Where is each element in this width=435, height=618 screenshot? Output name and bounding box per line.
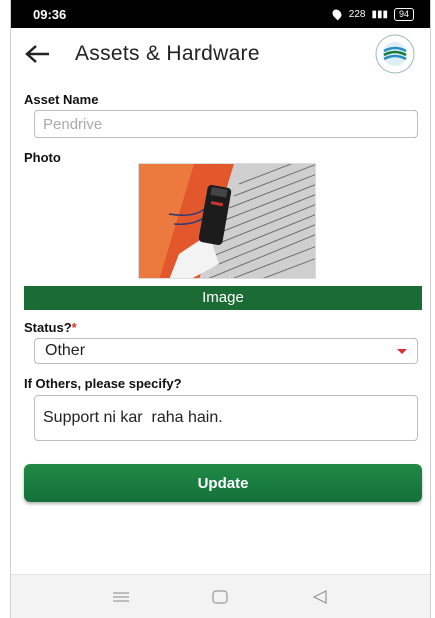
system-nav-bar: [11, 574, 430, 618]
app-bar: Assets & Hardware: [11, 28, 430, 80]
nav-menu-button[interactable]: [101, 582, 141, 612]
nav-back-button[interactable]: [300, 582, 340, 612]
update-button[interactable]: Update: [24, 464, 422, 502]
phone-screen: 09:36 228 ▮▮▮ 94 Assets & Hardware Asset…: [10, 0, 431, 618]
asset-photo: [138, 163, 316, 279]
specify-label: If Others, please specify?: [24, 376, 182, 391]
back-icon: [312, 589, 327, 604]
dropdown-arrow-icon: [397, 348, 407, 354]
back-button[interactable]: [23, 39, 53, 69]
location-icon: [330, 7, 344, 21]
menu-icon: [112, 591, 129, 602]
organization-logo: [375, 34, 415, 74]
status-label: Status?*: [11, 320, 77, 335]
battery-icon: 94: [393, 7, 414, 21]
signal-icon: ▮▮▮: [371, 8, 388, 20]
specify-textarea[interactable]: Support ni kar raha hain.: [34, 395, 418, 441]
required-mark: *: [71, 320, 77, 335]
page-title: Assets & Hardware: [75, 42, 260, 65]
status-bar: 09:36 228 ▮▮▮ 94: [11, 0, 430, 28]
network-icon: 228: [348, 8, 366, 20]
home-icon: [212, 589, 229, 604]
asset-name-label: Asset Name: [24, 92, 99, 107]
photo-label: Photo: [24, 150, 61, 165]
arrow-left-icon: [25, 45, 49, 63]
status-dropdown[interactable]: Other: [34, 338, 418, 364]
nav-home-button[interactable]: [200, 582, 240, 612]
asset-name-input[interactable]: [34, 110, 418, 138]
status-selected-value: Other: [45, 342, 86, 359]
status-time: 09:36: [33, 6, 67, 22]
image-button[interactable]: Image: [24, 286, 422, 310]
status-label-text: Status?: [24, 320, 72, 335]
status-indicators: 228 ▮▮▮ 94: [330, 7, 414, 21]
